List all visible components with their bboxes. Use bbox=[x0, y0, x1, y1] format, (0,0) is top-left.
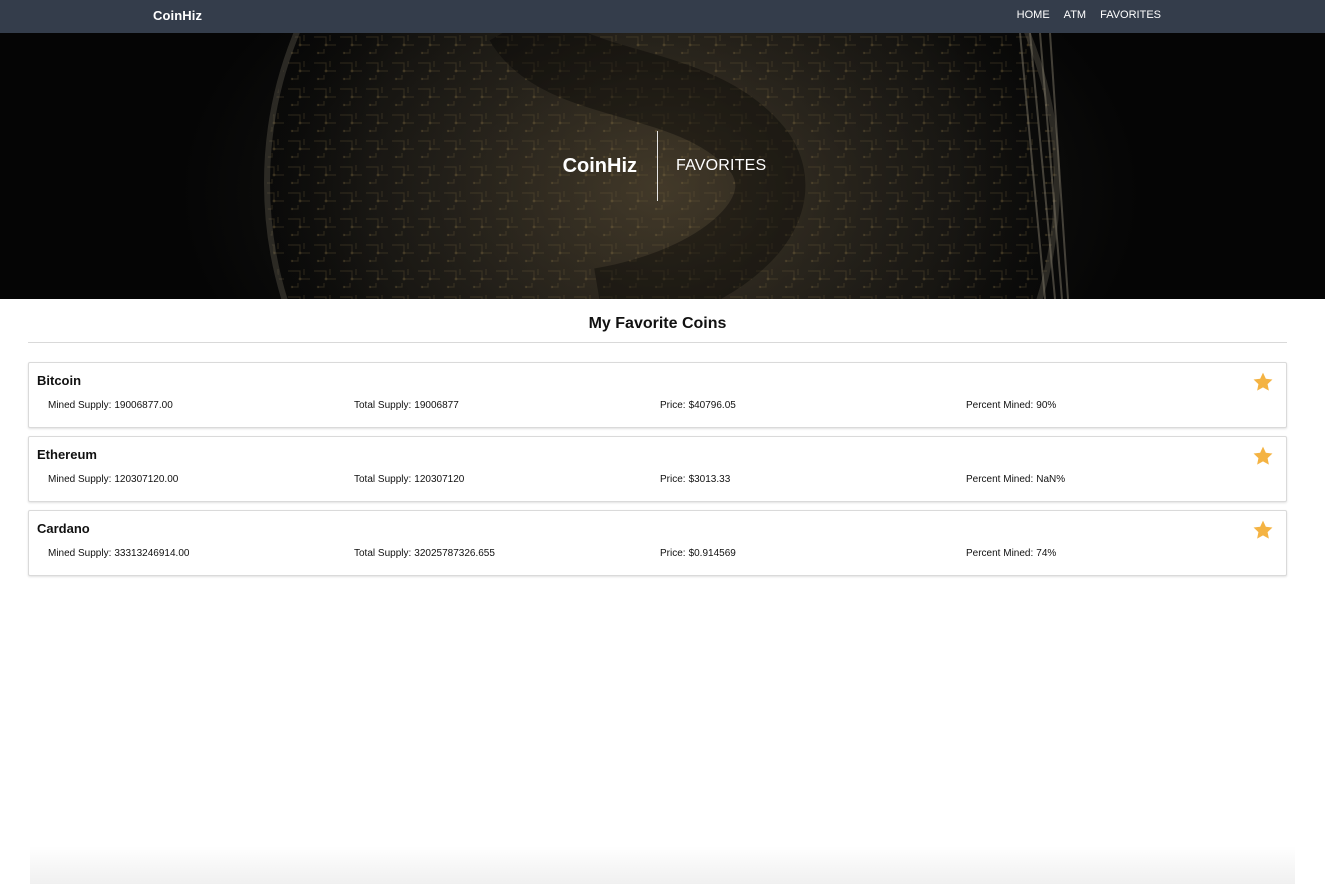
stat-mined-supply: Mined Supply: 19006877.00 bbox=[48, 400, 173, 411]
coin-card-ethereum: Ethereum Mined Supply: 120307120.00 Total… bbox=[28, 436, 1287, 502]
section-divider bbox=[28, 342, 1287, 343]
stat-price: Price: $0.914569 bbox=[660, 548, 736, 559]
hero-brand: CoinHiz bbox=[562, 155, 637, 177]
top-navbar: CoinHiz HOME ATM FAVORITES bbox=[0, 0, 1325, 33]
navbar-brand-link[interactable]: CoinHiz bbox=[153, 8, 202, 23]
nav-link-atm[interactable]: ATM bbox=[1064, 9, 1086, 21]
coin-name: Bitcoin bbox=[37, 373, 82, 388]
coin-name: Ethereum bbox=[37, 447, 97, 462]
section-title: My Favorite Coins bbox=[588, 315, 727, 332]
hero-divider bbox=[657, 131, 658, 201]
stat-percent-mined: Percent Mined: 90% bbox=[966, 400, 1057, 411]
star-icon[interactable] bbox=[1252, 371, 1274, 393]
footer-shadow bbox=[30, 846, 1295, 884]
nav-link-favorites[interactable]: FAVORITES bbox=[1100, 9, 1161, 21]
stat-total-supply: Total Supply: 32025787326.655 bbox=[354, 548, 495, 559]
stat-total-supply: Total Supply: 19006877 bbox=[354, 400, 459, 411]
stat-price: Price: $40796.05 bbox=[660, 400, 736, 411]
stat-percent-mined: Percent Mined: NaN% bbox=[966, 474, 1066, 485]
coin-card-bitcoin: Bitcoin Mined Supply: 19006877.00 Total S… bbox=[28, 362, 1287, 428]
nav-link-home[interactable]: HOME bbox=[1017, 9, 1050, 21]
star-icon[interactable] bbox=[1252, 519, 1274, 541]
stat-mined-supply: Mined Supply: 33313246914.00 bbox=[48, 548, 190, 559]
hero-title-group: CoinHiz FAVORITES bbox=[0, 131, 1325, 201]
coin-card-cardano: Cardano Mined Supply: 33313246914.00 Tota… bbox=[28, 510, 1287, 576]
coin-name: Cardano bbox=[37, 521, 90, 536]
star-icon[interactable] bbox=[1252, 445, 1274, 467]
stat-percent-mined: Percent Mined: 74% bbox=[966, 548, 1057, 559]
nav-links: HOME ATM FAVORITES bbox=[1017, 9, 1161, 21]
stat-price: Price: $3013.33 bbox=[660, 474, 731, 485]
hero-subtitle: FAVORITES bbox=[676, 157, 767, 174]
stat-total-supply: Total Supply: 120307120 bbox=[354, 474, 465, 485]
hero-banner: CoinHiz FAVORITES bbox=[0, 33, 1325, 299]
stat-mined-supply: Mined Supply: 120307120.00 bbox=[48, 474, 179, 485]
